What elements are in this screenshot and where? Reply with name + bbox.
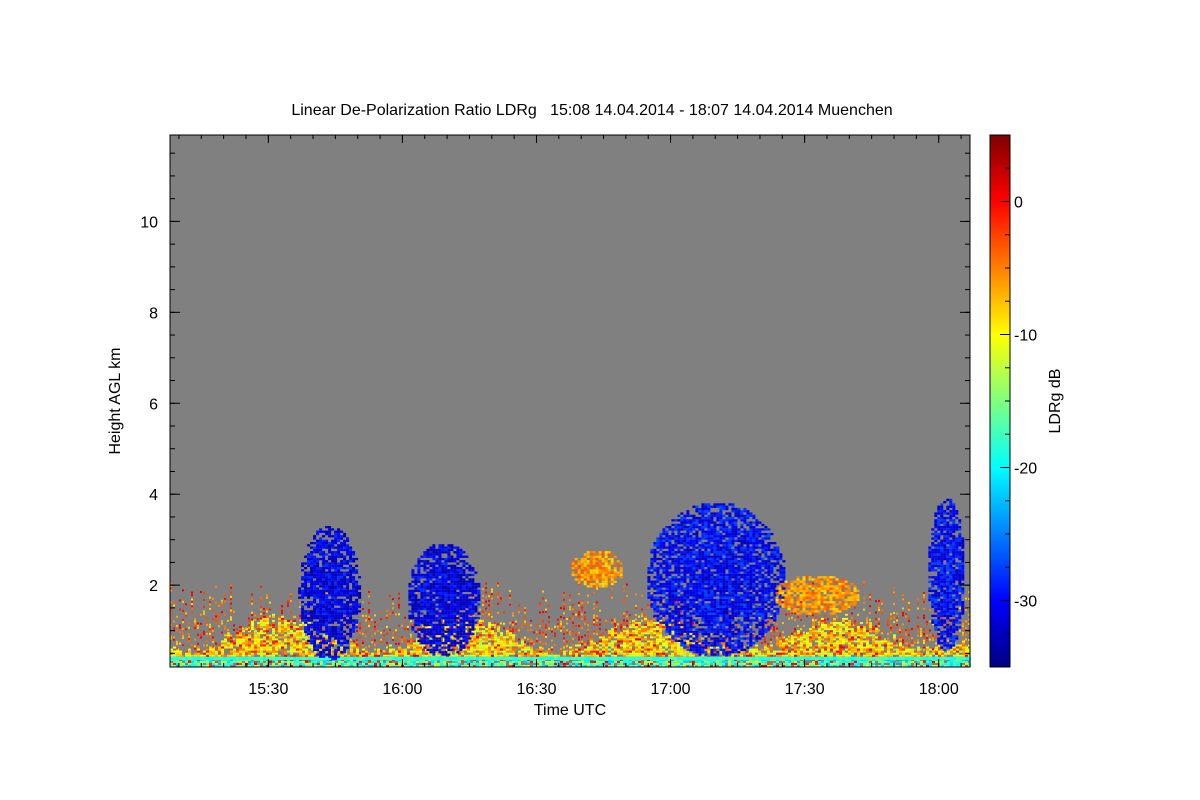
y-tick-label: 8 <box>149 305 158 322</box>
x-tick-label: 16:00 <box>382 681 422 698</box>
chart: Linear De-Polarization Ratio LDRg 15:08 … <box>107 102 1064 719</box>
colorbar-tick-label: 0 <box>1014 195 1023 212</box>
x-tick-labels: 15:30 16:00 16:30 17:00 17:30 18:00 <box>248 681 959 698</box>
x-axis-label: Time UTC <box>534 702 606 719</box>
colorbar-tick-label: -10 <box>1014 328 1037 345</box>
colorbar-label: LDRg dB <box>1047 369 1064 434</box>
x-tick-label: 16:30 <box>516 681 556 698</box>
y-tick-label: 10 <box>140 214 158 231</box>
colorbar-tick-label: -30 <box>1014 594 1037 611</box>
y-tick-labels: 2 4 6 8 10 <box>140 214 158 595</box>
x-tick-label: 17:30 <box>785 681 825 698</box>
x-tick-label: 15:30 <box>248 681 288 698</box>
y-tick-label: 2 <box>149 578 158 595</box>
y-axis-label: Height AGL km <box>107 347 124 454</box>
colorbar-tick-label: -20 <box>1014 461 1037 478</box>
chart-title: Linear De-Polarization Ratio LDRg 15:08 … <box>291 102 892 119</box>
x-tick-label: 18:00 <box>919 681 959 698</box>
y-tick-label: 6 <box>149 396 158 413</box>
x-tick-label: 17:00 <box>651 681 691 698</box>
y-tick-label: 4 <box>149 487 158 504</box>
